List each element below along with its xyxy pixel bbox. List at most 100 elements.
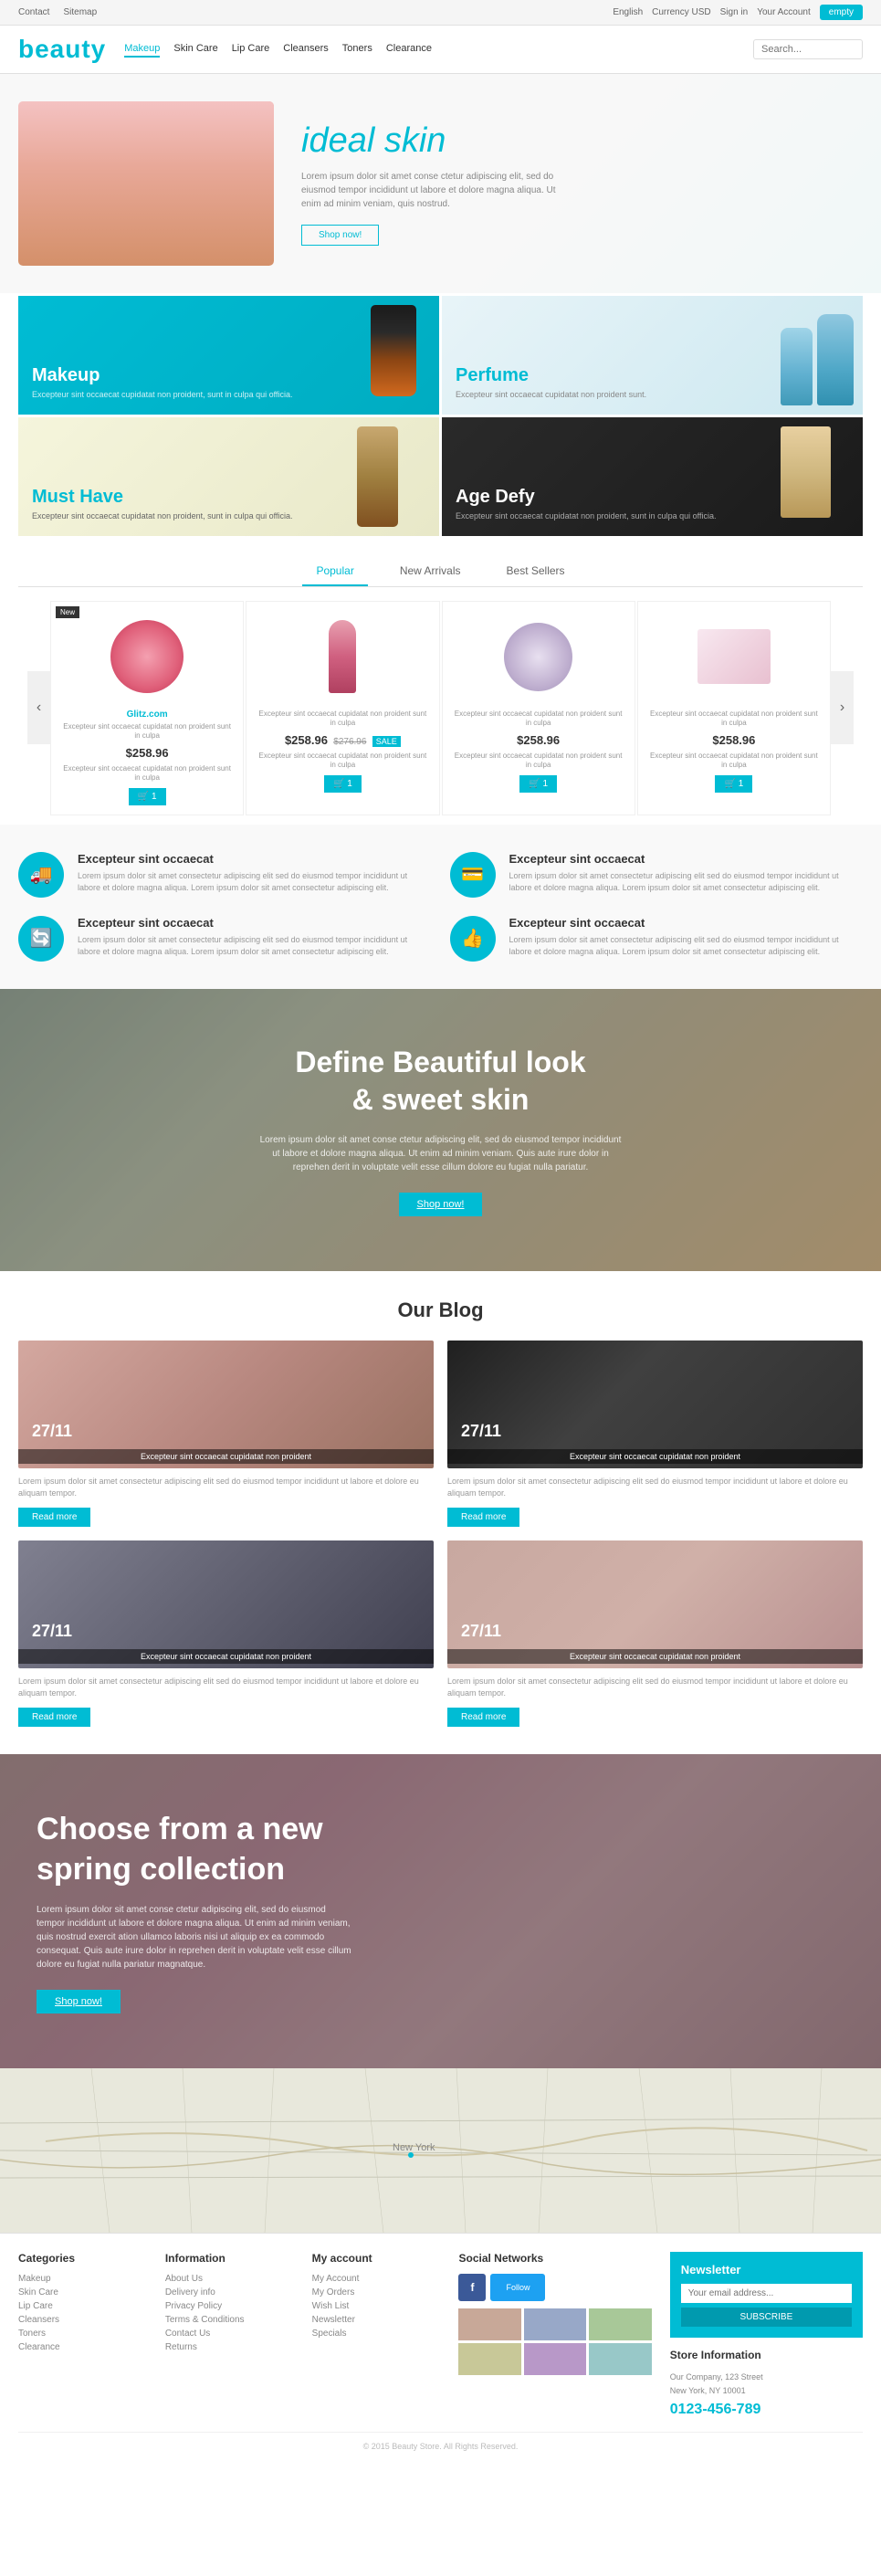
shipping-icon: 🚚	[18, 852, 64, 898]
nav-makeup[interactable]: Makeup	[124, 41, 160, 58]
feature-title: Excepteur sint occaecat	[509, 852, 864, 866]
footer-my-account: My account My Account My Orders Wish Lis…	[312, 2252, 441, 2418]
nav-cleansers[interactable]: Cleansers	[283, 41, 329, 58]
svg-text:New York: New York	[393, 2142, 435, 2153]
product-extra-desc: Excepteur sint occaecat cupidatat non pr…	[452, 752, 625, 771]
blog-card: 27/11 Excepteur sint occaecat cupidatat …	[18, 1540, 434, 1727]
footer-link[interactable]: Specials	[312, 2329, 441, 2339]
product-image	[452, 611, 625, 702]
feature-title: Excepteur sint occaecat	[78, 852, 432, 866]
blog-image: 27/11 Excepteur sint occaecat cupidatat …	[18, 1341, 434, 1468]
hero-text: Lorem ipsum dolor sit amet conse ctetur …	[301, 170, 575, 211]
product-price: $258.96	[285, 733, 328, 747]
feature-quality-content: Excepteur sint occaecat Lorem ipsum dolo…	[509, 916, 864, 959]
sitemap-link[interactable]: Sitemap	[63, 7, 97, 17]
read-more-button[interactable]: Read more	[18, 1508, 90, 1527]
footer-link[interactable]: Privacy Policy	[165, 2301, 294, 2311]
product-name: Glitz.com	[60, 710, 234, 720]
cart-button[interactable]: empty	[820, 5, 863, 20]
product-price-row: $258.96 $276.96 SALE	[256, 733, 429, 747]
top-bar-left: Contact Sitemap	[18, 7, 97, 17]
feature-title: Excepteur sint occaecat	[78, 916, 432, 930]
feature-quality: 👍 Excepteur sint occaecat Lorem ipsum do…	[450, 916, 864, 962]
blog-card: 27/11 Excepteur sint occaecat cupidatat …	[447, 1341, 863, 1527]
promo-perfume[interactable]: Perfume Excepteur sint occaecat cupidata…	[442, 296, 863, 415]
contact-link[interactable]: Contact	[18, 7, 49, 17]
tab-new-arrivals[interactable]: New Arrivals	[386, 557, 475, 586]
nav-lipcare[interactable]: Lip Care	[232, 41, 270, 58]
footer-information-title: Information	[165, 2252, 294, 2265]
footer-link[interactable]: Newsletter	[312, 2315, 441, 2325]
promo-musthave[interactable]: Must Have Excepteur sint occaecat cupida…	[18, 417, 439, 536]
product-tabs: Popular New Arrivals Best Sellers	[18, 557, 863, 587]
account-link[interactable]: Your Account	[757, 7, 811, 17]
footer-link[interactable]: Clearance	[18, 2342, 147, 2352]
newsletter-subscribe-button[interactable]: SUBSCRIBE	[681, 2308, 852, 2327]
promo-makeup[interactable]: Makeup Excepteur sint occaecat cupidatat…	[18, 296, 439, 415]
add-to-cart-button[interactable]: 🛒 1	[324, 775, 362, 793]
main-nav: Makeup Skin Care Lip Care Cleansers Tone…	[124, 41, 735, 58]
header: beauty Makeup Skin Care Lip Care Cleanse…	[0, 26, 881, 74]
nav-toners[interactable]: Toners	[342, 41, 372, 58]
read-more-button[interactable]: Read more	[447, 1708, 519, 1727]
feature-text: Lorem ipsum dolor sit amet consectetur a…	[78, 934, 432, 959]
blog-text: Lorem ipsum dolor sit amet consectetur a…	[447, 1676, 863, 1700]
add-to-cart-button[interactable]: 🛒 1	[715, 775, 752, 793]
blog-date: 27/11	[32, 1422, 72, 1441]
footer-categories-title: Categories	[18, 2252, 147, 2265]
language-select[interactable]: English	[613, 7, 643, 17]
banner-cta-button[interactable]: Shop now!	[399, 1193, 483, 1216]
product-image	[256, 611, 429, 702]
footer-link[interactable]: Lip Care	[18, 2301, 147, 2311]
footer-link[interactable]: About Us	[165, 2274, 294, 2284]
promo-agedefy-img	[781, 426, 854, 527]
footer-grid: Categories Makeup Skin Care Lip Care Cle…	[18, 2252, 863, 2418]
footer-link[interactable]: My Orders	[312, 2287, 441, 2297]
nav-clearance[interactable]: Clearance	[386, 41, 432, 58]
footer-link[interactable]: Terms & Conditions	[165, 2315, 294, 2325]
read-more-button[interactable]: Read more	[18, 1708, 90, 1727]
blog-caption: Excepteur sint occaecat cupidatat non pr…	[18, 1449, 434, 1464]
promo-makeup-label: Makeup Excepteur sint occaecat cupidatat…	[18, 352, 307, 415]
read-more-button[interactable]: Read more	[447, 1508, 519, 1527]
hero-image	[18, 101, 274, 266]
footer-link[interactable]: Toners	[18, 2329, 147, 2339]
twitter-icon[interactable]: Follow	[490, 2274, 545, 2301]
product-price-row: $258.96	[452, 733, 625, 747]
facebook-icon[interactable]: f	[458, 2274, 486, 2301]
feature-payment: 💳 Excepteur sint occaecat Lorem ipsum do…	[450, 852, 864, 898]
product-image	[647, 611, 821, 702]
footer-link[interactable]: Returns	[165, 2342, 294, 2352]
footer-link[interactable]: Makeup	[18, 2274, 147, 2284]
top-bar-right: English Currency USD Sign in Your Accoun…	[613, 5, 863, 20]
footer-link[interactable]: Wish List	[312, 2301, 441, 2311]
carousel-next-button[interactable]: ›	[831, 671, 854, 744]
blog-text: Lorem ipsum dolor sit amet consectetur a…	[18, 1676, 434, 1700]
tab-best-sellers[interactable]: Best Sellers	[493, 557, 579, 586]
social-img-4	[458, 2343, 520, 2375]
newsletter-email-input[interactable]	[681, 2284, 852, 2303]
product-price: $258.96	[126, 746, 169, 760]
promo-agedefy[interactable]: Age Defy Excepteur sint occaecat cupidat…	[442, 417, 863, 536]
hero-cta-button[interactable]: Shop now!	[301, 225, 379, 246]
add-to-cart-button[interactable]: 🛒 1	[129, 788, 166, 805]
footer-link[interactable]: My Account	[312, 2274, 441, 2284]
add-to-cart-button[interactable]: 🛒 1	[519, 775, 557, 793]
spring-cta-button[interactable]: Shop now!	[37, 1990, 121, 2013]
logo: beauty	[18, 35, 106, 64]
nav-skincare[interactable]: Skin Care	[173, 41, 217, 58]
store-info-title: Store Information	[670, 2349, 863, 2361]
signin-link[interactable]: Sign in	[720, 7, 749, 17]
product-description: Excepteur sint occaecat cupidatat non pr…	[647, 710, 821, 729]
currency-select[interactable]: Currency USD	[652, 7, 710, 17]
top-bar: Contact Sitemap English Currency USD Sig…	[0, 0, 881, 26]
footer-link[interactable]: Contact Us	[165, 2329, 294, 2339]
hero-title: ideal skin	[301, 121, 575, 161]
search-input[interactable]	[753, 39, 863, 59]
tab-popular[interactable]: Popular	[302, 557, 367, 586]
footer-social-title: Social Networks	[458, 2252, 651, 2265]
carousel-prev-button[interactable]: ‹	[27, 671, 50, 744]
footer-link[interactable]: Delivery info	[165, 2287, 294, 2297]
footer-link[interactable]: Skin Care	[18, 2287, 147, 2297]
footer-link[interactable]: Cleansers	[18, 2315, 147, 2325]
